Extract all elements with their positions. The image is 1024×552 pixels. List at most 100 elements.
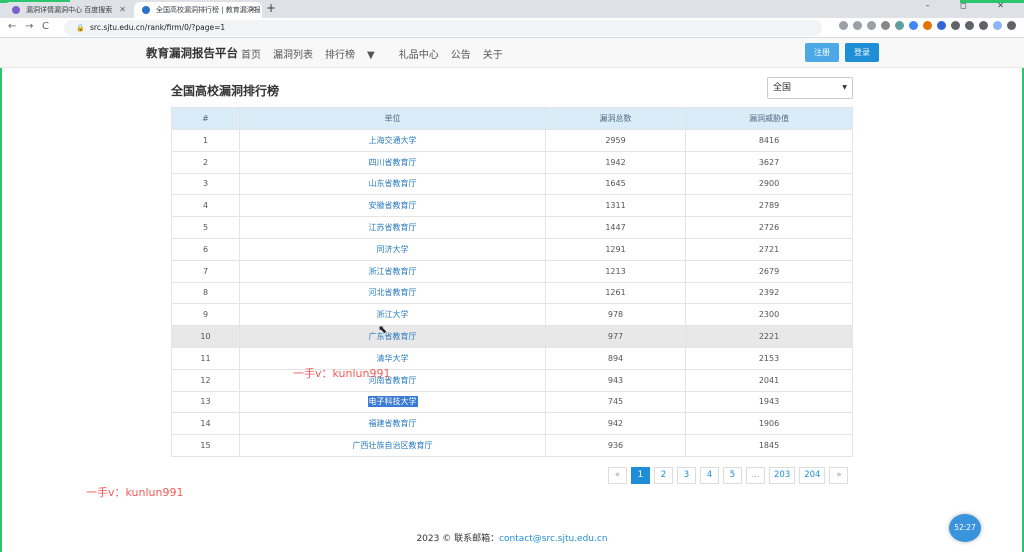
mouse-cursor-icon: ⬉ [378,323,388,336]
rank-cell-text: 6 [202,244,209,254]
forward-icon[interactable]: → [25,21,33,32]
extension-icon[interactable] [937,21,946,30]
unit-cell[interactable]: 电子科技大学 [239,390,546,414]
rank-cell-text: 9 [202,310,209,320]
total-cell-text: 1261 [605,288,626,298]
close-icon[interactable]: ✕ [249,2,256,18]
threat-cell: 2300 [685,303,853,327]
unit-cell[interactable]: 山东省教育厅 [239,172,546,196]
watermark: 一手v：kunlun991 [293,367,391,380]
table-row: 6 同济大学 1291 2721 [171,237,853,261]
settings-icon[interactable] [951,21,960,30]
page-button[interactable]: 3 [677,467,696,484]
table-row: 1 上海交通大学 2959 8416 [171,129,853,152]
nav-announcement[interactable]: 公告 [451,46,471,61]
nav-about[interactable]: 关于 [483,46,503,61]
rank-cell: 7 [171,259,240,283]
table-header-row: # 单位 漏洞总数 漏洞威胁值 [171,107,853,130]
total-cell: 943 [545,368,686,392]
address-bar-row: ← → C 🔒 src.sjtu.edu.cn/rank/firm/0/?pag… [0,18,1024,38]
unit-cell-text: 山东省教育厅 [368,179,417,189]
contact-email-link[interactable]: contact@src.sjtu.edu.cn [499,534,607,544]
page-button[interactable]: 203 [769,467,796,484]
menu-icon[interactable] [1007,21,1016,30]
unit-cell-text: 浙江省教育厅 [368,266,417,276]
unit-cell[interactable]: 河南省教育厅 [239,368,546,392]
threat-cell: 1845 [685,434,853,457]
extension-icon[interactable] [923,21,932,30]
login-button[interactable]: 登录 [845,43,879,62]
window-controls[interactable]: – ◻ ✕ [926,1,1018,10]
rank-cell: 9 [171,303,240,327]
unit-cell[interactable]: 河北省教育厅 [239,281,546,305]
threat-cell-text: 1943 [758,397,780,407]
unit-cell-text: 广西壮族自治区教育厅 [352,441,433,451]
star-icon[interactable] [867,21,876,30]
zoom-icon[interactable] [839,21,848,30]
page-button[interactable]: 204 [799,467,826,484]
browser-tab-active[interactable]: 全国高校漏洞排行榜 | 教育漏洞报 ✕ [134,2,262,18]
rank-cell-text: 12 [200,375,211,385]
unit-cell[interactable]: 浙江大学 [239,303,546,327]
threat-cell-text: 2300 [758,310,780,320]
unit-cell[interactable]: 广东省教育厅 [239,325,546,348]
unit-cell[interactable]: 安徽省教育厅 [239,194,546,218]
close-icon[interactable]: ✕ [119,2,126,18]
next-page-button[interactable]: » [829,467,849,484]
reload-icon[interactable]: C [42,21,49,32]
table-row: 15 广西壮族自治区教育厅 936 1845 [171,434,853,457]
page-button[interactable]: 4 [700,467,719,484]
extension-icon[interactable] [895,21,904,30]
nav-ranking[interactable]: 排行榜 ▼ [325,46,387,61]
table-row: 2 四川省教育厅 1942 3627 [171,150,853,174]
table-row: 12 河南省教育厅 943 2041 [171,368,853,392]
page-button[interactable]: 2 [654,467,673,484]
register-button[interactable]: 注册 [805,43,839,62]
nav-home[interactable]: 首页 [241,46,261,61]
pagination: «1 2 3 4 5... 203 204» [604,467,849,484]
sidebar-icon[interactable] [979,21,988,30]
unit-cell[interactable]: 同济大学 [239,237,546,261]
unit-cell[interactable]: 四川省教育厅 [239,150,546,174]
page-button[interactable]: 5 [723,467,742,484]
threat-cell-text: 2221 [758,332,780,342]
unit-cell[interactable]: 福建省教育厅 [239,412,546,436]
avatar[interactable] [993,21,1002,30]
total-cell: 745 [545,390,686,414]
rank-cell: 14 [171,412,240,436]
table-row: 5 江苏省教育厅 1447 2726 [171,216,853,239]
unit-cell[interactable]: 广西壮族自治区教育厅 [239,434,546,457]
unit-cell[interactable]: 上海交通大学 [239,129,546,152]
prev-page-button[interactable]: « [608,467,627,484]
unit-cell[interactable]: 浙江省教育厅 [239,259,546,283]
unit-cell-text: 广东省教育厅 [368,332,417,342]
unit-cell[interactable]: 清华大学 [239,346,546,370]
back-icon[interactable]: ← [8,21,16,32]
new-tab-button[interactable]: + [266,1,276,15]
threat-cell-text: 3627 [758,157,780,167]
rank-cell-text: 10 [200,332,211,342]
extension-icon[interactable] [881,21,890,30]
nav-gift-center[interactable]: 礼品中心 [399,46,439,61]
total-cell-text: 745 [607,397,624,407]
total-cell: 1645 [545,172,686,196]
browser-tab[interactable]: 漏洞详情漏洞中心 百度搜索 ✕ [4,2,132,18]
region-select[interactable]: 全国 ▼ [767,77,853,99]
extension-icon[interactable] [909,21,918,30]
puzzle-icon[interactable] [965,21,974,30]
nav-vuln-list[interactable]: 漏洞列表 [273,46,313,61]
timer-badge[interactable]: 52:27 [949,514,981,542]
unit-cell[interactable]: 江苏省教育厅 [239,216,546,239]
total-cell: 1942 [545,150,686,174]
page-button[interactable]: ... [746,467,765,484]
site-brand[interactable]: 教育漏洞报告平台 [146,45,238,61]
rank-cell: 12 [171,368,240,392]
rank-cell-text: 1 [202,135,209,145]
threat-cell-text: 2153 [758,353,780,363]
rank-cell: 1 [171,129,240,152]
page-button[interactable]: 1 [631,467,650,484]
rank-cell-text: 15 [200,441,211,451]
url-input[interactable]: 🔒 src.sjtu.edu.cn/rank/firm/0/?page=1 [64,20,822,36]
total-cell-text: 1311 [605,201,626,211]
share-icon[interactable] [853,21,862,30]
